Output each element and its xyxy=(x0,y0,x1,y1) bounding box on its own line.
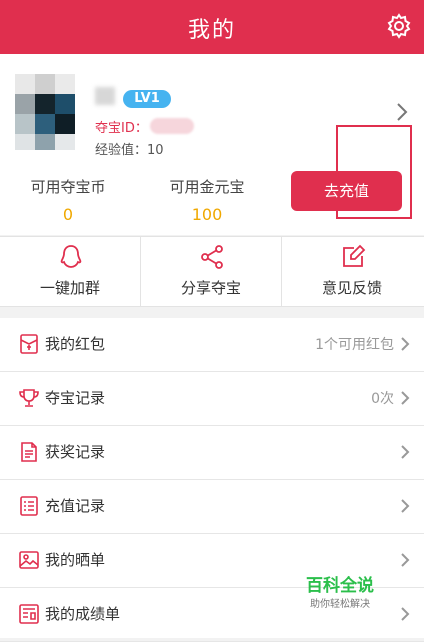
gold-value: 100 xyxy=(191,205,223,224)
trophy-icon xyxy=(19,389,39,407)
menu-item-records[interactable]: 夺宝记录 0次 xyxy=(0,372,424,426)
report-icon xyxy=(19,604,39,624)
share-label: 分享夺宝 xyxy=(180,279,241,297)
feedback-button[interactable]: 意见反馈 xyxy=(282,237,422,306)
menu-detail: 1个可用红包 xyxy=(315,337,394,353)
chevron-right-icon xyxy=(401,499,410,513)
coins-label: 可用夺宝币 xyxy=(30,178,106,196)
join-group-label: 一键加群 xyxy=(39,279,100,297)
watermark-subtitle: 助你轻松解决 xyxy=(310,599,370,610)
quick-actions: 一键加群 分享夺宝 意见反馈 xyxy=(0,236,424,307)
menu-label: 夺宝记录 xyxy=(45,389,106,407)
list-icon xyxy=(20,496,38,516)
coins-value: 0 xyxy=(62,205,74,224)
user-id-redacted xyxy=(150,118,194,134)
join-group-button[interactable]: 一键加群 xyxy=(0,237,140,306)
chevron-right-icon xyxy=(401,445,410,459)
image-icon xyxy=(19,551,39,569)
chevron-right-icon xyxy=(401,607,410,621)
gear-icon[interactable] xyxy=(386,13,412,39)
chevron-right-icon xyxy=(401,553,410,567)
menu-item-prizes[interactable]: 获奖记录 xyxy=(0,426,424,480)
profile-card: LV1 夺宝ID： 经验值：10 可用夺宝币 0 可用金元宝 100 去充值 xyxy=(0,54,424,235)
menu-item-recharge[interactable]: 充值记录 xyxy=(0,480,424,534)
menu-label: 充值记录 xyxy=(45,497,106,515)
username-redacted xyxy=(95,87,115,105)
experience-value: 经验值：10 xyxy=(95,143,164,158)
menu-label: 我的晒单 xyxy=(45,551,106,569)
page-title: 我的 xyxy=(187,18,236,43)
watermark-title: 百科全说 xyxy=(306,576,374,596)
user-id-label: 夺宝ID： xyxy=(95,121,148,136)
gold-stat: 可用金元宝 100 xyxy=(152,176,262,224)
menu-label: 我的红包 xyxy=(45,335,106,353)
avatar[interactable] xyxy=(15,74,75,150)
level-badge: LV1 xyxy=(123,90,171,108)
chevron-right-icon[interactable] xyxy=(396,102,408,122)
menu-detail: 0次 xyxy=(371,391,394,407)
share-button[interactable]: 分享夺宝 xyxy=(141,237,281,306)
chevron-right-icon xyxy=(401,391,410,405)
watermark: 百科全说 助你轻松解决 xyxy=(292,571,392,611)
red-envelope-icon xyxy=(20,334,38,354)
recharge-button[interactable]: 去充值 xyxy=(291,171,402,211)
gold-label: 可用金元宝 xyxy=(169,178,245,196)
feedback-label: 意见反馈 xyxy=(321,279,382,297)
menu-label: 获奖记录 xyxy=(45,443,106,461)
edit-icon xyxy=(343,244,366,267)
qq-penguin-icon xyxy=(60,245,82,268)
share-icon xyxy=(201,245,223,269)
menu-item-red-envelope[interactable]: 我的红包 1个可用红包 xyxy=(0,318,424,372)
chevron-right-icon xyxy=(401,337,410,351)
coins-stat: 可用夺宝币 0 xyxy=(13,176,123,224)
top-bar: 我的 xyxy=(0,0,424,54)
menu-label: 我的成绩单 xyxy=(45,605,121,623)
document-icon xyxy=(21,442,37,462)
